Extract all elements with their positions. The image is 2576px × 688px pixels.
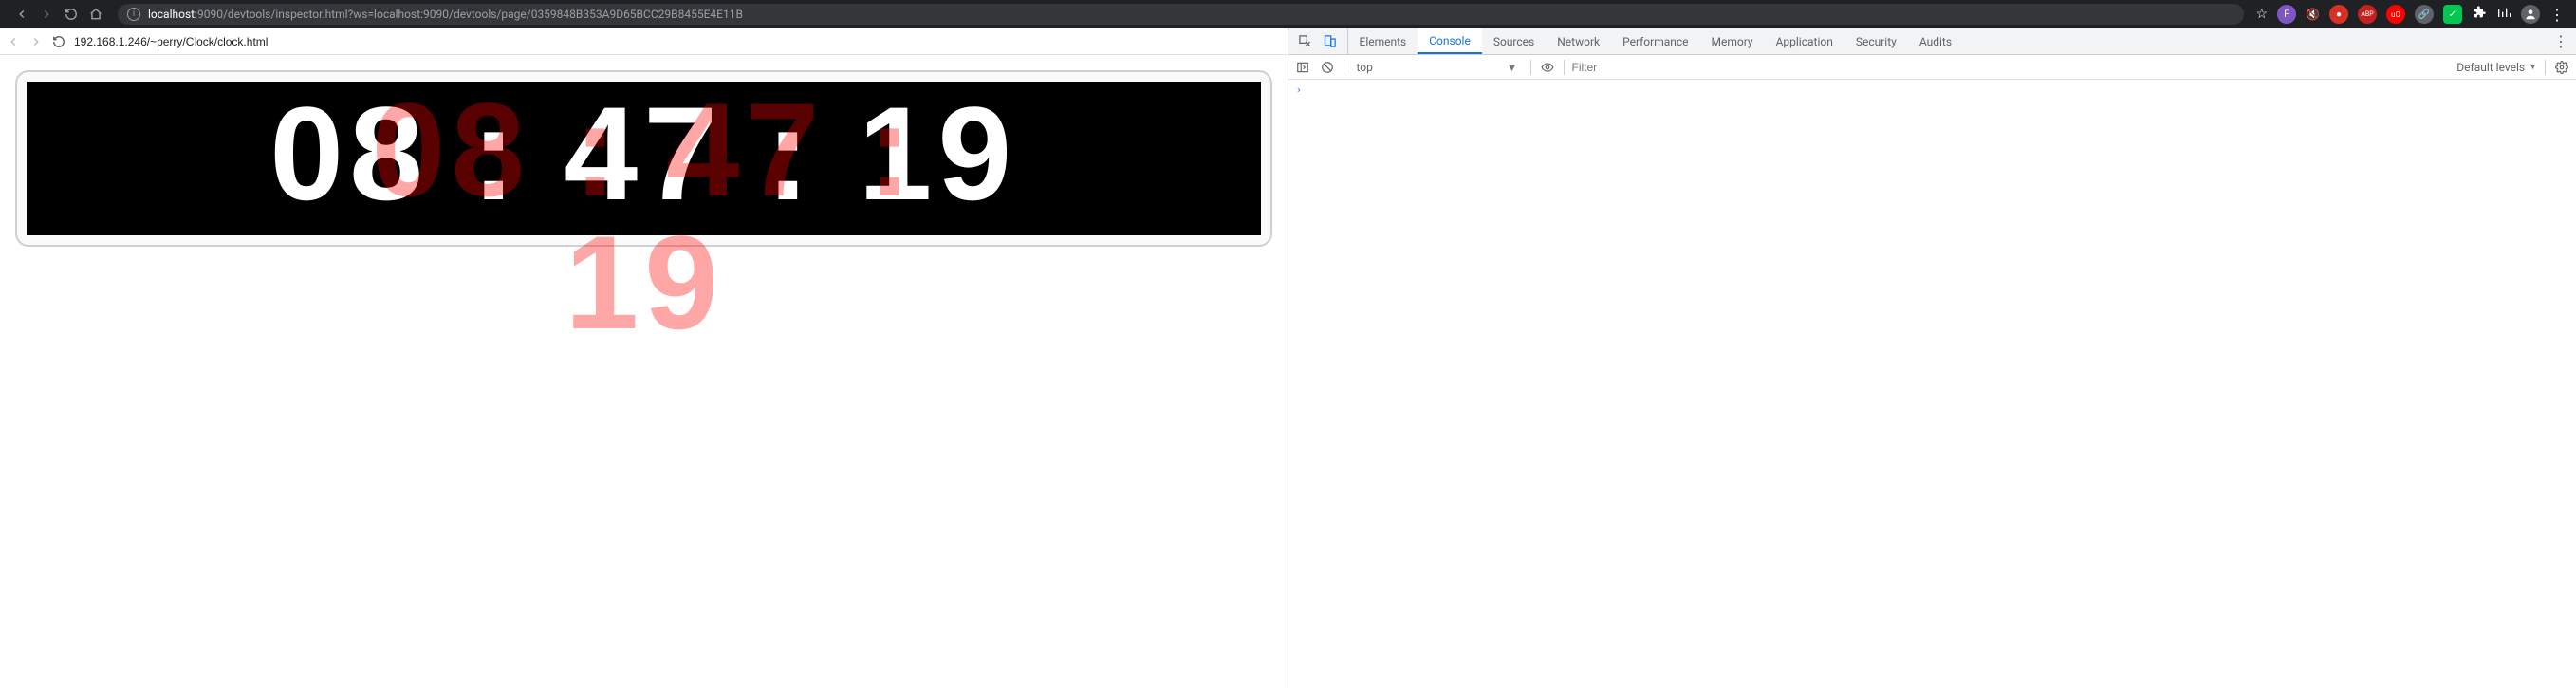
- tab-memory[interactable]: Memory: [1700, 28, 1765, 54]
- back-button[interactable]: [13, 6, 30, 23]
- reload-button[interactable]: [63, 6, 80, 23]
- chevron-down-icon: ▼: [1507, 61, 1518, 74]
- live-expression-icon[interactable]: [1539, 59, 1556, 76]
- bookmark-star-icon[interactable]: ☆: [2255, 7, 2268, 22]
- page-url-input[interactable]: [74, 35, 1282, 48]
- devtools-inspect-icons: [1288, 28, 1348, 54]
- toggle-device-icon[interactable]: [1323, 34, 1338, 49]
- execution-context-selector[interactable]: top ▼: [1352, 59, 1523, 76]
- tab-audits[interactable]: Audits: [1908, 28, 1963, 54]
- tab-performance[interactable]: Performance: [1611, 28, 1699, 54]
- extension-green-icon[interactable]: ✓: [2443, 5, 2462, 24]
- divider: [1530, 60, 1531, 75]
- tab-console[interactable]: Console: [1418, 28, 1482, 54]
- page-content: 08 : 47 : 19 08 : 47 : 19: [0, 55, 1288, 688]
- console-prompt[interactable]: ›: [1296, 84, 2569, 96]
- inspect-element-icon[interactable]: [1298, 34, 1313, 49]
- levels-label: Default levels: [2456, 61, 2525, 74]
- tab-security[interactable]: Security: [1844, 28, 1908, 54]
- devtools-tabs-right: ⋮: [2546, 28, 2576, 54]
- page-back-button[interactable]: [6, 34, 21, 49]
- tab-elements[interactable]: Elements: [1348, 28, 1418, 54]
- browser-toolbar-right: ☆ F 🔇 ● ABP uO 🔗 ✓ ⋮: [2250, 5, 2570, 24]
- browser-chrome-bar: i localhost:9090/devtools/inspector.html…: [0, 0, 2576, 28]
- console-settings-icon[interactable]: [2553, 59, 2570, 76]
- main-split: 08 : 47 : 19 08 : 47 : 19 Elements Conso…: [0, 28, 2576, 688]
- divider: [1564, 60, 1565, 75]
- clock-shadow: 08 : 47 : 19: [271, 84, 1017, 349]
- console-toolbar: top ▼ Default levels ▼: [1288, 55, 2576, 80]
- tab-application[interactable]: Application: [1765, 28, 1844, 54]
- extension-icon-2[interactable]: ●: [2329, 5, 2348, 24]
- page-nav: [6, 34, 66, 49]
- media-control-icon[interactable]: [2496, 6, 2511, 24]
- clock-face: 08 : 47 : 19 08 : 47 : 19: [27, 82, 1261, 235]
- extensions-menu-icon[interactable]: [2472, 5, 2487, 24]
- forward-button[interactable]: [38, 6, 55, 23]
- page-pane: 08 : 47 : 19 08 : 47 : 19: [0, 28, 1288, 688]
- mute-icon[interactable]: 🔇: [2306, 8, 2320, 21]
- profile-avatar[interactable]: [2521, 5, 2540, 24]
- extension-abp-icon[interactable]: ABP: [2358, 5, 2377, 24]
- console-sidebar-toggle-icon[interactable]: [1294, 59, 1311, 76]
- page-reload-button[interactable]: [51, 34, 66, 49]
- extension-ublock-icon[interactable]: uO: [2386, 5, 2405, 24]
- tab-sources[interactable]: Sources: [1482, 28, 1546, 54]
- extension-link-icon[interactable]: 🔗: [2415, 5, 2434, 24]
- divider: [2545, 60, 2546, 75]
- omnibox-text: localhost:9090/devtools/inspector.html?w…: [148, 8, 743, 21]
- page-forward-button[interactable]: [28, 34, 44, 49]
- context-label: top: [1357, 61, 1373, 74]
- console-filter-input[interactable]: [1572, 61, 2450, 74]
- clock-widget: 08 : 47 : 19 08 : 47 : 19: [15, 70, 1272, 247]
- devtools-menu-icon[interactable]: ⋮: [2553, 34, 2568, 49]
- chrome-menu-icon[interactable]: ⋮: [2549, 6, 2565, 24]
- log-levels-selector[interactable]: Default levels ▼: [2456, 61, 2537, 74]
- omnibox[interactable]: i localhost:9090/devtools/inspector.html…: [118, 4, 2244, 25]
- site-info-icon[interactable]: i: [127, 8, 140, 21]
- clear-console-icon[interactable]: [1319, 59, 1336, 76]
- console-body[interactable]: ›: [1288, 80, 2576, 688]
- browser-nav-buttons: [6, 6, 112, 23]
- chevron-down-icon: ▼: [2529, 62, 2537, 72]
- page-url-bar: [0, 28, 1288, 55]
- extension-icon-1[interactable]: F: [2277, 5, 2296, 24]
- devtools-tablist: Elements Console Sources Network Perform…: [1288, 28, 2576, 55]
- tab-network[interactable]: Network: [1546, 28, 1611, 54]
- home-button[interactable]: [87, 6, 104, 23]
- devtools-pane: Elements Console Sources Network Perform…: [1288, 28, 2576, 688]
